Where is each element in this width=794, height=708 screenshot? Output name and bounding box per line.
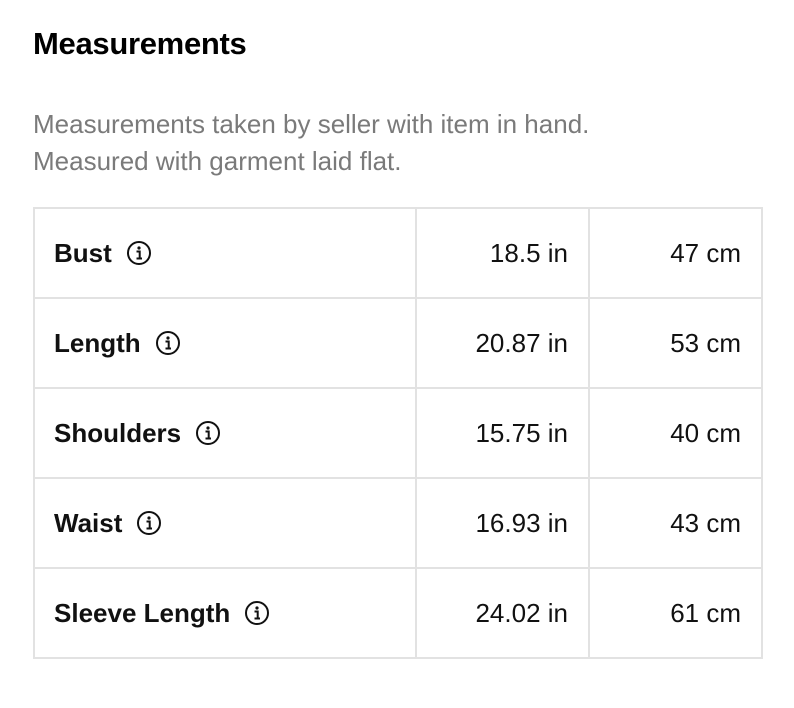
info-icon[interactable] bbox=[126, 240, 152, 266]
measurement-cm: 47 cm bbox=[588, 207, 763, 299]
measurement-cm: 61 cm bbox=[588, 567, 763, 659]
measurement-inches: 15.75 in bbox=[415, 387, 590, 479]
measurement-label-cell: Bust bbox=[33, 207, 417, 299]
table-row-sleeve-length: Sleeve Length 24.02 in 61 cm bbox=[33, 567, 763, 659]
measurement-label: Length bbox=[54, 327, 141, 358]
measurement-inches: 16.93 in bbox=[415, 477, 590, 569]
measurements-table: Bust 18.5 in 47 cm Length 20.87 in 53 cm… bbox=[33, 207, 763, 659]
table-row-shoulders: Shoulders 15.75 in 40 cm bbox=[33, 387, 763, 479]
measurement-inches: 24.02 in bbox=[415, 567, 590, 659]
description-line-1: Measurements taken by seller with item i… bbox=[33, 109, 590, 139]
info-icon[interactable] bbox=[155, 330, 181, 356]
measurement-label: Waist bbox=[54, 507, 123, 538]
measurement-cm: 43 cm bbox=[588, 477, 763, 569]
measurement-label: Bust bbox=[54, 237, 112, 268]
info-icon[interactable] bbox=[195, 420, 221, 446]
measurement-inches: 20.87 in bbox=[415, 297, 590, 389]
measurement-label: Sleeve Length bbox=[54, 597, 231, 628]
measurement-label: Shoulders bbox=[54, 417, 182, 448]
measurement-label-cell: Waist bbox=[33, 477, 417, 569]
measurement-cm: 53 cm bbox=[588, 297, 763, 389]
table-row-bust: Bust 18.5 in 47 cm bbox=[33, 207, 763, 299]
table-row-waist: Waist 16.93 in 43 cm bbox=[33, 477, 763, 569]
measurement-label-cell: Shoulders bbox=[33, 387, 417, 479]
info-icon[interactable] bbox=[136, 510, 162, 536]
measurement-label-cell: Length bbox=[33, 297, 417, 389]
table-row-length: Length 20.87 in 53 cm bbox=[33, 297, 763, 389]
info-icon[interactable] bbox=[244, 600, 270, 626]
description-line-2: Measured with garment laid flat. bbox=[33, 146, 402, 176]
page-title: Measurements bbox=[33, 26, 247, 61]
measurement-inches: 18.5 in bbox=[415, 207, 590, 299]
measurement-cm: 40 cm bbox=[588, 387, 763, 479]
measurement-label-cell: Sleeve Length bbox=[33, 567, 417, 659]
measurements-description: Measurements taken by seller with item i… bbox=[33, 106, 589, 180]
